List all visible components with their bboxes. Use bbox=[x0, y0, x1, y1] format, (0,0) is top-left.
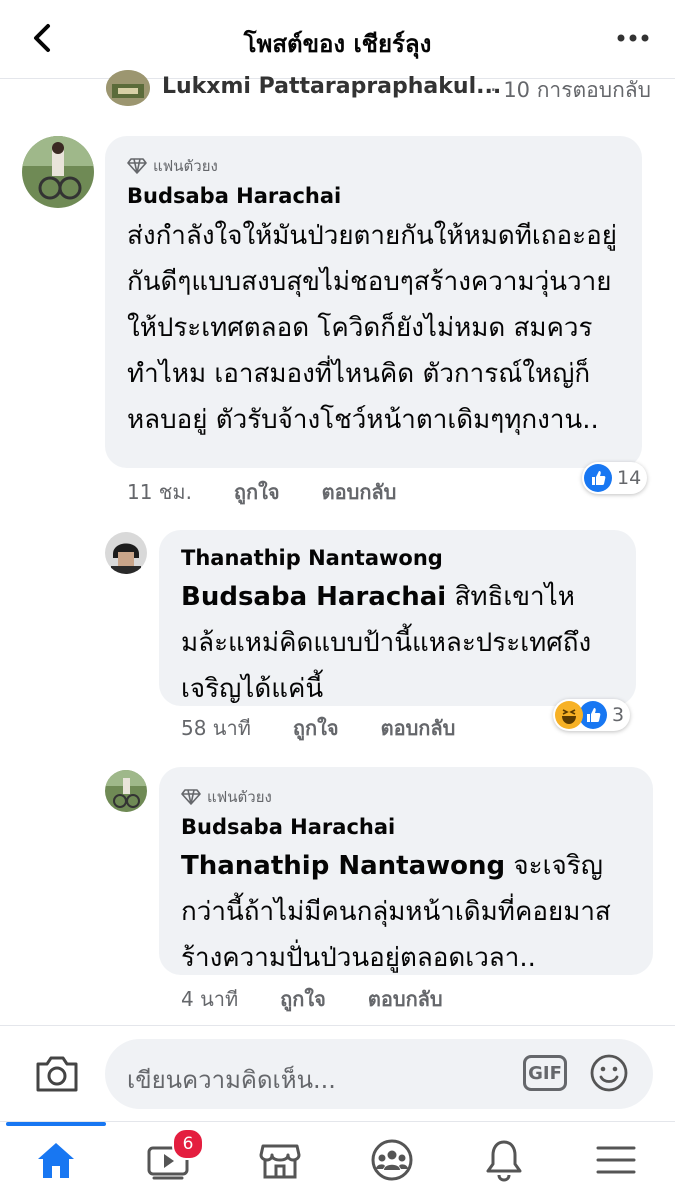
reply-button[interactable]: ตอบกลับ bbox=[368, 987, 443, 1011]
like-icon bbox=[584, 464, 612, 492]
comment-bubble[interactable]: Thanathip Nantawong Budsaba Harachai สิท… bbox=[159, 530, 636, 706]
badge-label: แฟนตัวยง bbox=[153, 157, 218, 175]
comment-input[interactable]: เขียนความคิดเห็น... GIF bbox=[105, 1039, 653, 1109]
tab-groups[interactable] bbox=[336, 1122, 448, 1201]
smiley-icon bbox=[590, 1054, 628, 1092]
comment-composer: เขียนความคิดเห็น... GIF bbox=[0, 1025, 675, 1122]
camera-button[interactable] bbox=[34, 1054, 80, 1094]
like-button[interactable]: ถูกใจ bbox=[234, 480, 280, 504]
top-bar: โพสต์ของ เชียร์ลุง bbox=[0, 0, 675, 79]
comment-author[interactable]: Budsaba Harachai bbox=[181, 815, 395, 839]
previous-comment-author[interactable]: Lukxmi Pattarapraphakul... bbox=[162, 74, 501, 99]
tab-menu[interactable] bbox=[560, 1122, 672, 1201]
reply-button[interactable]: ตอบกลับ bbox=[381, 716, 456, 740]
page-title: โพสต์ของ เชียร์ลุง bbox=[243, 30, 432, 58]
comment-meta: 11 ชม. ถูกใจ ตอบกลับ bbox=[127, 476, 438, 508]
reply-button[interactable]: ตอบกลับ bbox=[322, 480, 397, 504]
like-button[interactable]: ถูกใจ bbox=[280, 987, 326, 1011]
badge-label: แฟนตัวยง bbox=[207, 788, 272, 806]
reaction-count: 14 bbox=[617, 467, 642, 489]
more-horizontal-icon bbox=[617, 34, 649, 42]
bottom-tab-bar: 6 bbox=[0, 1121, 675, 1201]
tab-notifications[interactable] bbox=[448, 1122, 560, 1201]
avatar[interactable] bbox=[105, 532, 147, 574]
comment-text: ส่งกำลังใจให้มันป่วยตายกันให้หมดทีเถอะอย… bbox=[127, 221, 617, 435]
top-fan-badge: แฟนตัวยง bbox=[181, 785, 272, 809]
reaction-count: 3 bbox=[612, 704, 625, 726]
previous-comment-row[interactable]: Lukxmi Pattarapraphakul... · 10 การตอบกล… bbox=[106, 70, 675, 110]
comment-input-placeholder: เขียนความคิดเห็น... bbox=[127, 1066, 336, 1094]
avatar[interactable] bbox=[22, 136, 94, 208]
like-icon bbox=[579, 701, 607, 729]
reaction-summary[interactable]: 14 bbox=[582, 462, 648, 494]
gif-button[interactable]: GIF bbox=[523, 1055, 567, 1091]
diamond-icon bbox=[127, 158, 147, 174]
comment-bubble[interactable]: แฟนตัวยง Budsaba Harachai Thanathip Nant… bbox=[159, 767, 653, 975]
comment-time: 4 นาที bbox=[181, 987, 239, 1011]
groups-icon bbox=[371, 1139, 413, 1181]
comment-author[interactable]: Budsaba Harachai bbox=[127, 184, 341, 208]
menu-icon bbox=[596, 1146, 636, 1174]
comment-bubble[interactable]: แฟนตัวยง Budsaba Harachai ส่งกำลังใจให้ม… bbox=[105, 136, 642, 468]
mention-link[interactable]: Thanathip Nantawong bbox=[181, 851, 505, 881]
more-button[interactable] bbox=[615, 24, 651, 52]
previous-comment-replies[interactable]: · 10 การตอบกลับ bbox=[490, 74, 651, 107]
emoji-button[interactable] bbox=[589, 1053, 629, 1093]
like-button[interactable]: ถูกใจ bbox=[293, 716, 339, 740]
avatar[interactable] bbox=[106, 70, 150, 106]
mention-link[interactable]: Budsaba Harachai bbox=[181, 582, 446, 612]
notification-badge: 6 bbox=[172, 1128, 204, 1160]
marketplace-icon bbox=[259, 1144, 301, 1179]
home-icon bbox=[38, 1143, 74, 1178]
comment-text: Thanathip Nantawong จะเจริญกว่านี้ถ้าไม่… bbox=[181, 843, 635, 981]
avatar[interactable] bbox=[105, 770, 147, 812]
tab-home[interactable] bbox=[0, 1122, 112, 1201]
diamond-icon bbox=[181, 789, 201, 805]
camera-icon bbox=[36, 1056, 78, 1092]
tab-marketplace[interactable] bbox=[224, 1122, 336, 1201]
comment-text: Budsaba Harachai สิทธิเขาไหมล้ะแหม่คิดแบ… bbox=[181, 574, 618, 712]
tab-video[interactable]: 6 bbox=[112, 1122, 224, 1201]
comment-author[interactable]: Thanathip Nantawong bbox=[181, 546, 443, 570]
comment-meta: 58 นาที ถูกใจ ตอบกลับ bbox=[181, 712, 497, 744]
haha-icon bbox=[555, 701, 583, 729]
reaction-summary[interactable]: 3 bbox=[553, 699, 631, 731]
notifications-icon bbox=[486, 1140, 522, 1182]
active-tab-indicator bbox=[6, 1122, 106, 1126]
top-fan-badge: แฟนตัวยง bbox=[127, 154, 218, 178]
comment-time: 11 ชม. bbox=[127, 480, 192, 504]
comment-time: 58 นาที bbox=[181, 716, 251, 740]
comment-meta: 4 นาที ถูกใจ ตอบกลับ bbox=[181, 983, 485, 1015]
